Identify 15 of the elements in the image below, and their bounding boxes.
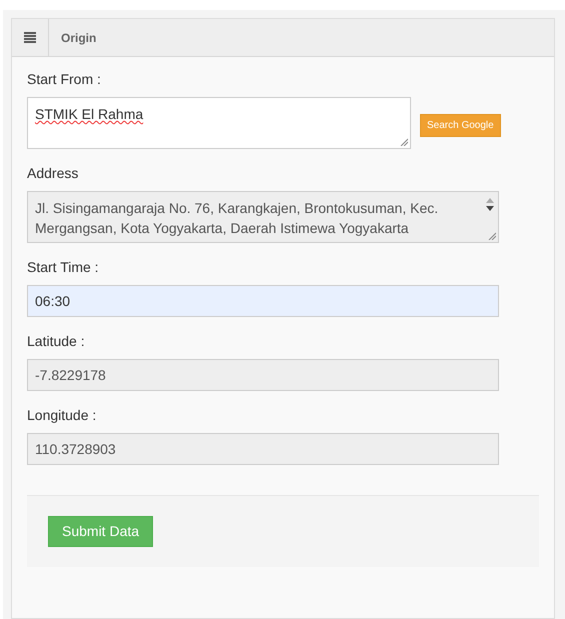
text-area[interactable]: STMIK El Rahma: [27, 97, 411, 149]
resize-handle-icon[interactable]: [400, 138, 408, 146]
input-field[interactable]: 110.3728903: [27, 433, 499, 465]
resize-handle-icon[interactable]: [488, 232, 496, 240]
field-label: Start From :: [27, 70, 101, 89]
field-label: Address: [27, 164, 78, 183]
field-label: Latitude :: [27, 332, 85, 351]
input-field[interactable]: 06:30: [27, 285, 499, 317]
field-label: Longitude :: [27, 406, 96, 425]
panel-title: Origin: [61, 30, 96, 46]
text-area[interactable]: Jl. Sisingamangaraja No. 76, Karangkajen, Brontokusuman, Kec. Mergangsan, Kota Yogyakarta, Daerah Istimewa Yogyakarta: [27, 191, 499, 243]
input-field[interactable]: -7.8229178: [27, 359, 499, 391]
field-label: Start Time :: [27, 258, 99, 277]
menu-icon: [24, 32, 36, 43]
scroll-down-icon[interactable]: [486, 206, 494, 211]
